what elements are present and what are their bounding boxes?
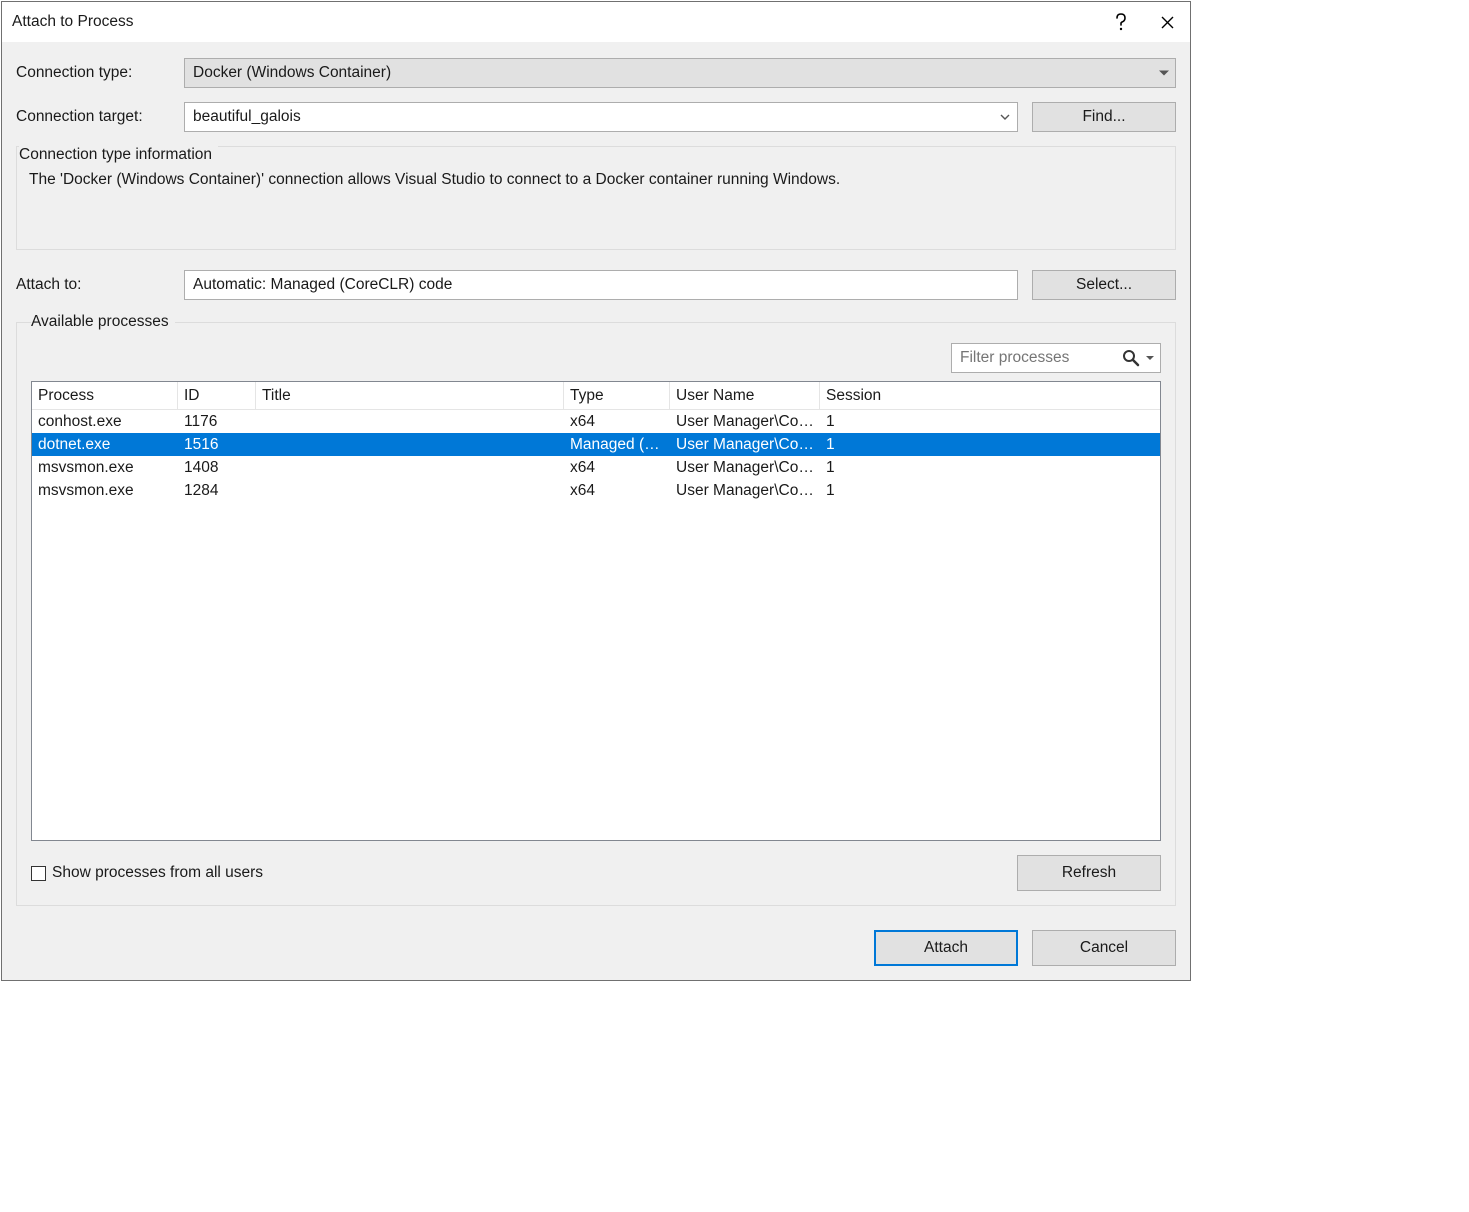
connection-target-value: beautiful_galois bbox=[193, 108, 301, 126]
attach-to-value: Automatic: Managed (CoreCLR) code bbox=[193, 276, 452, 294]
cell-process: conhost.exe bbox=[32, 413, 178, 431]
connection-type-info-text: The 'Docker (Windows Container)' connect… bbox=[17, 165, 1175, 229]
help-button[interactable] bbox=[1098, 2, 1144, 42]
show-all-users-checkbox[interactable]: Show processes from all users bbox=[31, 864, 263, 882]
checkbox-box bbox=[31, 866, 46, 881]
chevron-down-icon bbox=[999, 111, 1011, 123]
cell-session: 1 bbox=[820, 459, 1160, 477]
filter-dropdown-icon[interactable] bbox=[1146, 356, 1154, 360]
cell-id: 1516 bbox=[178, 436, 256, 454]
col-title[interactable]: Title bbox=[256, 382, 564, 409]
table-header: Process ID Title Type User Name Session bbox=[32, 382, 1160, 410]
available-processes-group: Available processes Process ID Title Typ bbox=[16, 322, 1176, 906]
refresh-button[interactable]: Refresh bbox=[1017, 855, 1161, 891]
attach-to-field: Automatic: Managed (CoreCLR) code bbox=[184, 270, 1018, 300]
show-all-users-label: Show processes from all users bbox=[52, 864, 263, 882]
cancel-button[interactable]: Cancel bbox=[1032, 930, 1176, 966]
connection-type-info-title: Connection type information bbox=[19, 146, 218, 164]
process-footer: Show processes from all users Refresh bbox=[31, 855, 1161, 891]
cell-session: 1 bbox=[820, 482, 1160, 500]
cell-user: User Manager\Contai... bbox=[670, 436, 820, 454]
cell-process: dotnet.exe bbox=[32, 436, 178, 454]
connection-target-row: Connection target: beautiful_galois Find… bbox=[16, 102, 1176, 132]
table-row[interactable]: conhost.exe1176 x64User Manager\Contai...… bbox=[32, 410, 1160, 433]
connection-type-value: Docker (Windows Container) bbox=[193, 64, 391, 82]
cell-process: msvsmon.exe bbox=[32, 482, 178, 500]
cell-type: Managed (Cor... bbox=[564, 436, 670, 454]
table-row[interactable]: msvsmon.exe1284 x64User Manager\Contai...… bbox=[32, 479, 1160, 502]
col-user[interactable]: User Name bbox=[670, 382, 820, 409]
attach-to-row: Attach to: Automatic: Managed (CoreCLR) … bbox=[16, 270, 1176, 300]
connection-type-info-group: Connection type information The 'Docker … bbox=[16, 146, 1176, 250]
cell-session: 1 bbox=[820, 436, 1160, 454]
search-icon bbox=[1122, 349, 1140, 367]
chevron-down-icon bbox=[1159, 71, 1169, 76]
col-type[interactable]: Type bbox=[564, 382, 670, 409]
cell-user: User Manager\Contai... bbox=[670, 482, 820, 500]
cell-user: User Manager\Contai... bbox=[670, 459, 820, 477]
connection-type-row: Connection type: Docker (Windows Contain… bbox=[16, 58, 1176, 88]
help-icon bbox=[1114, 13, 1128, 31]
titlebar: Attach to Process bbox=[2, 2, 1190, 42]
col-process[interactable]: Process bbox=[32, 382, 178, 409]
table-row[interactable]: msvsmon.exe1408 x64User Manager\Contai...… bbox=[32, 456, 1160, 479]
close-button[interactable] bbox=[1144, 2, 1190, 42]
select-button[interactable]: Select... bbox=[1032, 270, 1176, 300]
filter-input[interactable] bbox=[958, 348, 1118, 368]
filter-row bbox=[31, 343, 1161, 373]
dialog-title: Attach to Process bbox=[12, 13, 1098, 31]
table-row[interactable]: dotnet.exe1516 Managed (Cor...User Manage… bbox=[32, 433, 1160, 456]
cell-id: 1408 bbox=[178, 459, 256, 477]
process-table: Process ID Title Type User Name Session … bbox=[31, 381, 1161, 841]
connection-type-combo[interactable]: Docker (Windows Container) bbox=[184, 58, 1176, 88]
filter-processes-box[interactable] bbox=[951, 343, 1161, 373]
col-id[interactable]: ID bbox=[178, 382, 256, 409]
cell-type: x64 bbox=[564, 459, 670, 477]
col-session[interactable]: Session bbox=[820, 382, 1160, 409]
cell-type: x64 bbox=[564, 413, 670, 431]
dialog-body: Connection type: Docker (Windows Contain… bbox=[2, 42, 1190, 980]
cell-id: 1176 bbox=[178, 413, 256, 431]
dialog-footer: Attach Cancel bbox=[16, 906, 1176, 966]
cell-id: 1284 bbox=[178, 482, 256, 500]
close-icon bbox=[1161, 16, 1174, 29]
connection-target-label: Connection target: bbox=[16, 108, 184, 126]
connection-type-label: Connection type: bbox=[16, 64, 184, 82]
cell-type: x64 bbox=[564, 482, 670, 500]
table-body[interactable]: conhost.exe1176x64User Manager\Contai...… bbox=[32, 410, 1160, 840]
cell-user: User Manager\Contai... bbox=[670, 413, 820, 431]
available-processes-title: Available processes bbox=[31, 313, 175, 331]
cell-session: 1 bbox=[820, 413, 1160, 431]
attach-button[interactable]: Attach bbox=[874, 930, 1018, 966]
cell-process: msvsmon.exe bbox=[32, 459, 178, 477]
find-button[interactable]: Find... bbox=[1032, 102, 1176, 132]
attach-to-label: Attach to: bbox=[16, 276, 184, 294]
attach-to-process-dialog: Attach to Process Connection type: Docke… bbox=[1, 1, 1191, 981]
connection-target-combo[interactable]: beautiful_galois bbox=[184, 102, 1018, 132]
